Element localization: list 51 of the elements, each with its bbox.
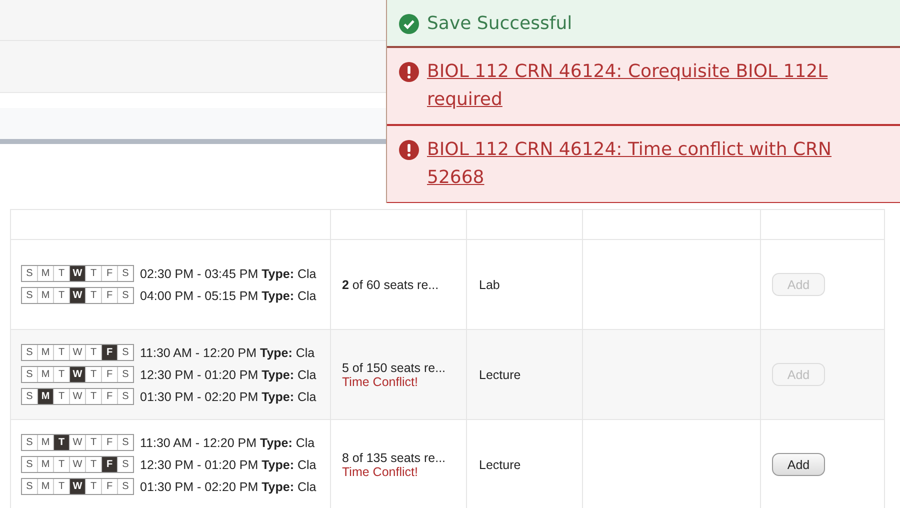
weekday-box: T [53,389,69,404]
meeting-time: 01:30 PM - 02:20 PM Type: Cla [140,390,316,404]
weekday-box: T [53,435,69,450]
weekday-box: T [53,367,69,382]
schedule-type: Lab [479,278,501,292]
conflict-warning: Time Conflict! [342,464,419,478]
weekday-box: M [37,389,53,404]
weekday-box: W [69,479,85,494]
meeting-time: 12:30 PM - 01:20 PM Type: Cla [140,368,316,382]
conflict-warning: Time Conflict! [342,374,419,388]
seats-text: 2 of 60 seats re... [342,278,440,292]
weekday-box: M [37,345,53,360]
weekday-box: T [85,345,101,360]
weekday-box: S [22,345,37,360]
weekday-box: S [117,389,133,404]
weekday-box: M [37,367,53,382]
weekday-box: W [69,288,85,303]
seats-text: 8 of 135 seats re... [342,450,447,464]
weekday-box: T [53,345,69,360]
weekday-box: F [101,457,117,472]
weekday-box: W [69,389,85,404]
weekday-box: F [101,367,117,382]
meeting-time: 02:30 PM - 03:45 PM Type: Cla [140,266,316,280]
weekday-box: F [101,389,117,404]
meeting-time: 11:30 AM - 12:20 PM Type: Cla [140,346,315,360]
weekday-box: S [22,367,37,382]
weekday-box: W [69,435,85,450]
error-link[interactable]: BIOL 112 CRN 46124: Time conflict with CRN 52668 [427,136,871,192]
add-button[interactable]: Add [772,453,825,476]
meeting-time: 11:30 AM - 12:20 PM Type: Cla [140,436,315,450]
weekday-box: S [117,345,133,360]
weekday-box: F [101,345,117,360]
weekday-box: W [69,457,85,472]
error-link[interactable]: BIOL 112 CRN 46124: Corequisite BIOL 112L required [427,58,871,114]
meeting-time: 04:00 PM - 05:15 PM Type: Cla [140,288,316,302]
weekday-box: W [69,345,85,360]
schedule-type: Lecture [479,368,522,382]
weekday-box: W [69,367,85,382]
meeting-time: 01:30 PM - 02:20 PM Type: Cla [140,480,316,494]
success-message: Save Successful [387,0,900,48]
weekday-box: S [117,367,133,382]
meeting-time: 12:30 PM - 01:20 PM Type: Cla [140,458,316,472]
exclamation-circle-icon [399,62,419,82]
weekday-box: T [85,389,101,404]
seats-text: 5 of 150 seats re... [342,360,447,374]
exclamation-circle-icon [399,140,419,160]
weekday-box: W [69,266,85,281]
check-circle-icon [399,14,419,34]
schedule-type: Lecture [479,458,522,472]
weekday-box: T [85,367,101,382]
weekday-box: S [22,389,37,404]
